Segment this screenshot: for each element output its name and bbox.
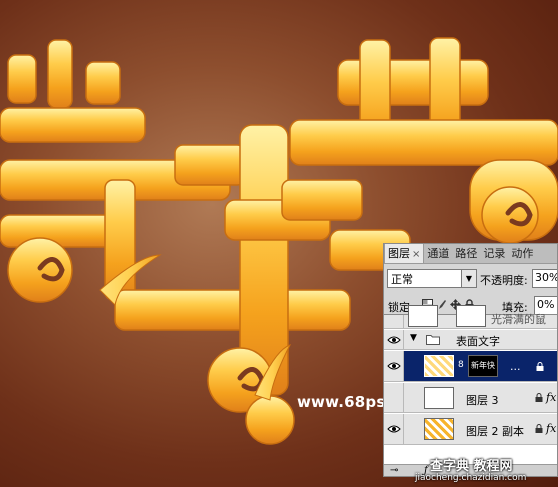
tab-history[interactable]: 记录 (480, 244, 508, 263)
lock-icon (535, 393, 543, 402)
chazidian-watermark: 查字典 教程网 (430, 459, 513, 474)
chazidian-url-watermark: jiaocheng.chazidian.com (415, 473, 527, 483)
layer-name: 光滑满的鼠 (491, 313, 546, 326)
eye-icon (387, 362, 401, 370)
layer-row[interactable]: 图层 2 副本 fx (384, 414, 557, 445)
opacity-field[interactable]: 30% (532, 269, 557, 288)
group-name: 表面文字 (456, 335, 500, 348)
chevron-down-icon[interactable]: ▼ (461, 270, 476, 287)
eye-icon (387, 336, 401, 344)
tab-actions[interactable]: 动作 (508, 244, 536, 263)
tab-layers-label: 图层 (388, 247, 410, 260)
visibility-toggle[interactable] (384, 414, 404, 444)
blend-mode-select[interactable]: 正常 ▼ (387, 269, 477, 288)
lock-icon (535, 424, 543, 433)
folder-icon (426, 335, 440, 345)
panel-tab-bar: 图层 × 通道 路径 记录 动作 (384, 244, 557, 264)
eye-icon (387, 425, 401, 433)
visibility-toggle[interactable] (384, 330, 404, 349)
tab-channels[interactable]: 通道 (424, 244, 452, 263)
link-layers-icon[interactable]: ⊸ (390, 465, 398, 476)
expand-triangle-icon[interactable]: ▼ (410, 333, 417, 343)
visibility-toggle[interactable] (384, 351, 404, 381)
layers-list[interactable]: 光滑满的鼠 ▼ 表面文字 8 新年快 ... 图层 3 fx 图层 2 副本 f… (384, 305, 557, 464)
layer-row-selected[interactable]: 8 新年快 ... (384, 351, 557, 382)
layer-mask-thumbnail (456, 305, 486, 327)
blend-mode-value: 正常 (391, 273, 413, 286)
layer-row[interactable]: 光滑满的鼠 (384, 305, 557, 329)
visibility-toggle[interactable] (384, 315, 404, 328)
layer-row[interactable]: 图层 3 fx (384, 383, 557, 413)
layer-thumbnail (424, 418, 454, 440)
layer-thumbnail (424, 387, 454, 409)
layer-mask-thumbnail: 新年快 (468, 355, 498, 377)
layer-thumbnail (408, 305, 438, 327)
fx-badge[interactable]: fx (546, 422, 556, 435)
layer-thumbnail (424, 355, 454, 377)
close-icon[interactable]: × (412, 249, 420, 260)
visibility-toggle[interactable] (384, 383, 404, 412)
layer-name: 图层 3 (466, 394, 499, 407)
link-chain-icon: 8 (458, 360, 464, 370)
lock-icon (536, 362, 544, 371)
layer-name: 图层 2 副本 (466, 425, 524, 438)
fx-badge[interactable]: fx (546, 391, 556, 404)
opacity-label: 不透明度: (480, 274, 528, 287)
layers-panel[interactable]: 图层 × 通道 路径 记录 动作 正常 ▼ 不透明度: 30% 锁定: 填充: 0… (383, 243, 558, 477)
tab-layers[interactable]: 图层 × (384, 244, 425, 263)
layer-name: ... (510, 360, 521, 373)
tab-paths[interactable]: 路径 (452, 244, 480, 263)
layer-group-row[interactable]: ▼ 表面文字 (384, 330, 557, 350)
